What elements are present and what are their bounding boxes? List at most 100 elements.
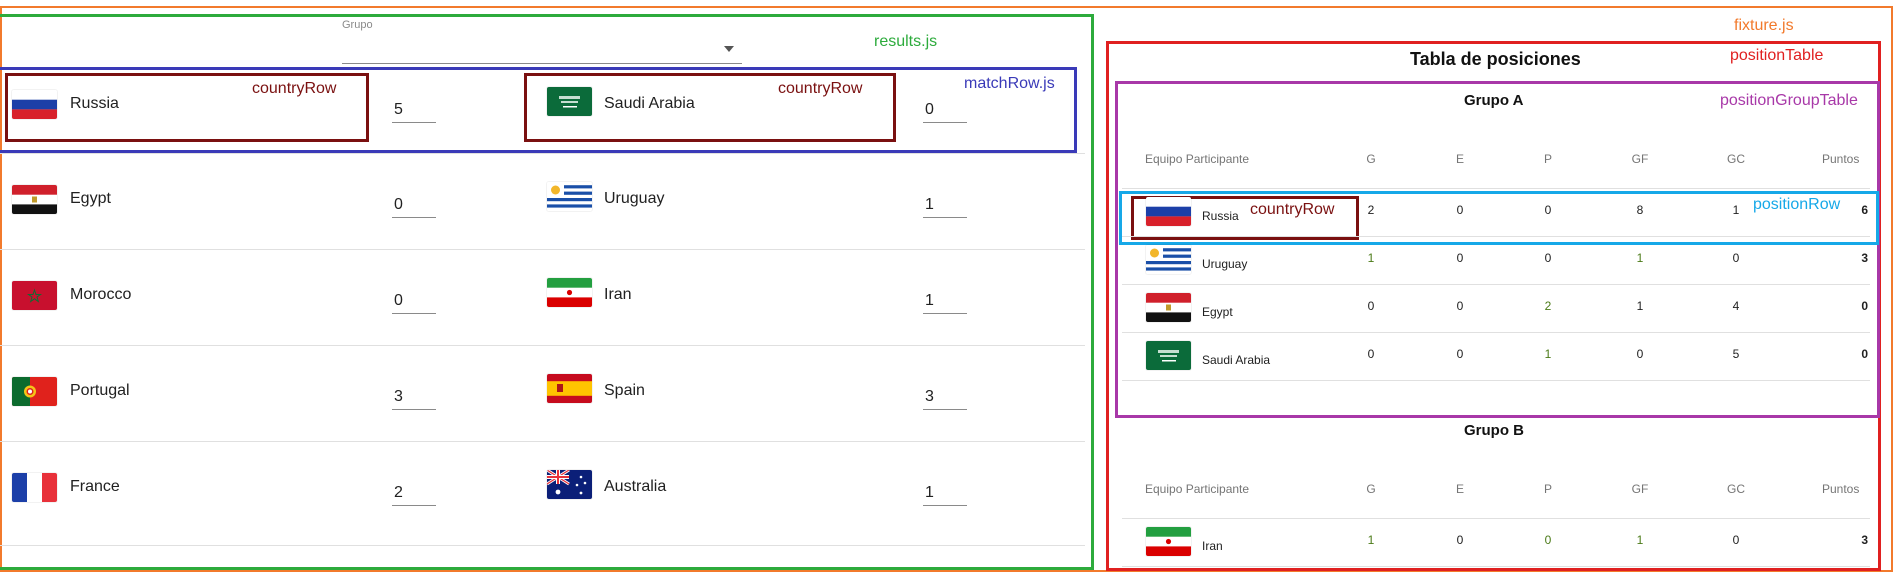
header-gc: GC: [1727, 152, 1745, 166]
morocco-flag-icon: [12, 281, 57, 310]
cell-gf: 1: [1636, 251, 1644, 265]
cell-gc: 0: [1732, 533, 1740, 547]
row-divider: [1122, 332, 1870, 333]
russia-flag-icon: [12, 90, 57, 119]
egypt-flag-icon: [1146, 293, 1191, 322]
home-score-input[interactable]: [392, 289, 436, 314]
cell-e: 0: [1456, 203, 1464, 217]
home-country-name: Egypt: [70, 190, 111, 207]
away-country-name: Iran: [604, 286, 632, 303]
away-country-name: Australia: [604, 478, 667, 495]
away-score-input[interactable]: [923, 481, 967, 506]
home-score-input[interactable]: [392, 385, 436, 410]
header-divider: [1122, 188, 1870, 189]
cell-p: 1: [1544, 347, 1552, 361]
header-gf: GF: [1631, 152, 1649, 166]
cell-puntos: 3: [1861, 533, 1868, 547]
away-country-name: Spain: [604, 382, 645, 399]
cell-p: 2: [1544, 299, 1552, 313]
australia-flag-icon: [547, 470, 592, 499]
spain-flag-icon: [547, 374, 592, 403]
header-p: P: [1543, 152, 1552, 166]
matchrow-frame: [0, 67, 1077, 153]
row-divider: [1122, 284, 1870, 285]
results-annotation: results.js: [874, 33, 938, 50]
cell-p: 0: [1544, 251, 1552, 265]
cell-g: 0: [1367, 299, 1375, 313]
iran-flag-icon: [1146, 527, 1191, 556]
cell-e: 0: [1456, 347, 1464, 361]
saudi-flag-icon: [547, 87, 592, 116]
iran-flag-icon: [547, 278, 592, 307]
home-country-name: France: [70, 478, 120, 495]
cell-puntos: 6: [1861, 203, 1868, 217]
header-puntos: Puntos: [1822, 152, 1860, 166]
header-gf: GF: [1631, 482, 1649, 496]
cell-puntos: 3: [1861, 251, 1868, 265]
away-score-input[interactable]: [923, 98, 967, 123]
fixture-annotation: fixture.js: [1734, 17, 1794, 34]
uruguay-flag-icon: [547, 182, 592, 211]
team-name: Iran: [1202, 539, 1223, 553]
cell-g: 1: [1367, 533, 1375, 547]
team-name: Egypt: [1202, 305, 1233, 319]
home-country-name: Morocco: [70, 286, 132, 303]
row-divider: [0, 153, 1085, 154]
row-divider: [0, 545, 1085, 546]
home-score-input[interactable]: [392, 98, 436, 123]
position-group-table-frame: [1115, 81, 1880, 418]
uruguay-flag-icon: [1146, 245, 1191, 274]
cell-e: 0: [1456, 251, 1464, 265]
egypt-flag-icon: [12, 185, 57, 214]
cell-gc: 5: [1732, 347, 1740, 361]
header-g: G: [1366, 482, 1376, 496]
matchrow-annotation: matchRow.js: [964, 75, 1055, 92]
cell-gf: 1: [1636, 533, 1644, 547]
home-country-name: Russia: [70, 95, 119, 112]
cell-e: 0: [1456, 299, 1464, 313]
cell-gc: 1: [1732, 203, 1740, 217]
row-divider: [1122, 380, 1870, 381]
saudi-flag-icon: [1146, 341, 1191, 370]
team-name: Uruguay: [1202, 257, 1248, 271]
row-divider: [0, 345, 1085, 346]
cell-gf: 1: [1636, 299, 1644, 313]
position-table-title: Tabla de posiciones: [1410, 49, 1581, 69]
row-divider: [0, 441, 1085, 442]
away-country-name: Saudi Arabia: [604, 95, 695, 112]
cell-g: 2: [1367, 203, 1375, 217]
position-countryrow-annotation: countryRow: [1250, 201, 1335, 218]
team-name: Saudi Arabia: [1202, 353, 1271, 367]
cell-g: 1: [1367, 251, 1375, 265]
cell-p: 0: [1544, 203, 1552, 217]
cell-g: 0: [1367, 347, 1375, 361]
header-p: P: [1543, 482, 1552, 496]
russia-flag-icon: [1146, 197, 1191, 226]
cell-gf: 0: [1636, 347, 1644, 361]
position-row-annotation: positionRow: [1753, 196, 1841, 213]
away-score-input[interactable]: [923, 193, 967, 218]
portugal-flag-icon: [12, 377, 57, 406]
header-gc: GC: [1727, 482, 1745, 496]
away-score-input[interactable]: [923, 385, 967, 410]
row-divider: [0, 249, 1085, 250]
home-score-input[interactable]: [392, 481, 436, 506]
cell-e: 0: [1456, 533, 1464, 547]
away-country-name: Uruguay: [604, 190, 665, 207]
header-team: Equipo Participante: [1145, 482, 1250, 496]
cell-gf: 8: [1636, 203, 1644, 217]
group-title: Grupo B: [1464, 422, 1524, 439]
header-e: E: [1455, 152, 1464, 166]
position-table-annotation: positionTable: [1730, 47, 1824, 64]
cell-p: 0: [1544, 533, 1552, 547]
cell-puntos: 0: [1861, 347, 1868, 361]
home-score-input[interactable]: [392, 193, 436, 218]
away-score-input[interactable]: [923, 289, 967, 314]
cell-gc: 4: [1732, 299, 1740, 313]
group-select-label: Grupo: [342, 19, 373, 31]
header-puntos: Puntos: [1822, 482, 1860, 496]
group-select-underline: [342, 63, 742, 64]
group-select[interactable]: Grupo: [342, 19, 742, 65]
cell-gc: 0: [1732, 251, 1740, 265]
chevron-down-icon[interactable]: [724, 46, 734, 52]
